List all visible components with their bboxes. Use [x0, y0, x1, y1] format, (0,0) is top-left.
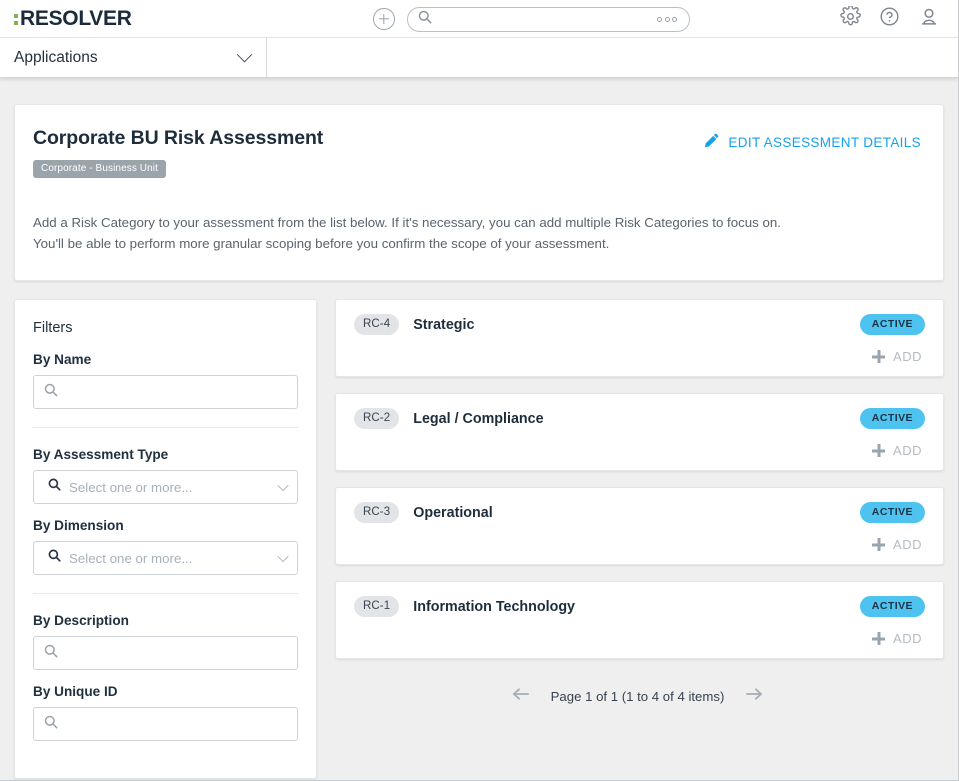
plus-icon: [872, 444, 885, 457]
plus-icon: [872, 538, 885, 551]
add-risk-category-button[interactable]: ADD: [872, 443, 925, 458]
global-search-bar[interactable]: [407, 6, 690, 32]
edit-assessment-details-label: EDIT ASSESSMENT DETAILS: [728, 134, 921, 150]
filter-by-assessment-type-select[interactable]: Select one or more...: [33, 470, 298, 504]
risk-category-name: Legal / Compliance: [413, 410, 544, 427]
filter-by-unique-id-input[interactable]: [58, 716, 287, 732]
pagination-text: Page 1 of 1 (1 to 4 of 4 items): [550, 689, 725, 704]
chevron-down-icon: [277, 550, 289, 563]
filter-by-dimension-label: By Dimension: [33, 518, 124, 533]
content-columns: Filters By Name By Assessment Type Selec…: [14, 299, 944, 779]
risk-category-name: Strategic: [413, 316, 475, 333]
add-risk-category-button[interactable]: ADD: [872, 349, 925, 364]
risk-category-list: RC-4 Strategic ACTIVE ADD RC-2 Legal / C…: [335, 299, 944, 706]
assessment-description: Add a Risk Category to your assessment f…: [33, 212, 833, 254]
plus-circle-icon[interactable]: [373, 8, 395, 30]
status-badge: ACTIVE: [859, 502, 925, 523]
risk-category-card[interactable]: RC-1 Information Technology ACTIVE ADD: [335, 581, 944, 659]
logo-colon-icon: [14, 13, 18, 25]
applications-dropdown[interactable]: Applications: [0, 38, 267, 77]
filter-by-description-input[interactable]: [58, 645, 287, 661]
filter-by-description-label: By Description: [33, 613, 129, 628]
filter-by-name-label: By Name: [33, 352, 92, 367]
risk-category-id: RC-2: [354, 408, 400, 429]
filter-by-dimension-select[interactable]: Select one or more...: [33, 541, 298, 575]
pagination: Page 1 of 1 (1 to 4 of 4 items): [335, 687, 944, 706]
filters-divider-2: [33, 593, 298, 594]
page-content: Corporate BU Risk Assessment Corporate -…: [0, 78, 958, 780]
add-button-label: ADD: [893, 537, 922, 552]
plus-icon: [872, 350, 885, 363]
filters-panel: Filters By Name By Assessment Type Selec…: [14, 299, 317, 779]
user-icon[interactable]: [918, 6, 940, 33]
arrow-left-icon[interactable]: [512, 687, 529, 706]
filters-title: Filters: [33, 320, 73, 336]
assessment-type-badge: Corporate - Business Unit: [33, 160, 166, 178]
search-icon: [44, 644, 58, 663]
assessment-description-line-1: Add a Risk Category to your assessment f…: [33, 215, 781, 230]
status-badge: ACTIVE: [859, 314, 925, 335]
risk-category-card[interactable]: RC-3 Operational ACTIVE ADD: [335, 487, 944, 565]
risk-category-card[interactable]: RC-4 Strategic ACTIVE ADD: [335, 299, 944, 377]
filter-by-unique-id-label: By Unique ID: [33, 684, 118, 699]
header-center-group: [373, 0, 690, 38]
global-search-input[interactable]: [432, 12, 657, 26]
chevron-down-icon: [277, 479, 289, 492]
question-circle-icon[interactable]: [879, 6, 900, 32]
ellipsis-icon[interactable]: [657, 16, 677, 22]
arrow-right-icon[interactable]: [746, 687, 763, 706]
assessment-header-card: Corporate BU Risk Assessment Corporate -…: [14, 104, 944, 281]
filter-by-description-input-wrap[interactable]: [33, 636, 298, 670]
chevron-down-icon: [236, 46, 253, 63]
search-icon: [418, 10, 432, 29]
pencil-icon: [704, 133, 719, 151]
filter-by-dimension: By Dimension Select one or more...: [33, 518, 298, 575]
risk-category-card[interactable]: RC-2 Legal / Compliance ACTIVE ADD: [335, 393, 944, 471]
gear-icon[interactable]: [840, 5, 861, 32]
add-risk-category-button[interactable]: ADD: [872, 631, 925, 646]
risk-category-name: Information Technology: [413, 598, 576, 615]
search-icon: [44, 715, 58, 734]
search-icon: [48, 549, 61, 567]
add-button-label: ADD: [893, 631, 922, 646]
add-risk-category-button[interactable]: ADD: [872, 537, 925, 552]
filter-by-dimension-placeholder: Select one or more...: [69, 550, 193, 566]
plus-icon: [872, 632, 885, 645]
risk-category-id: RC-1: [354, 596, 400, 617]
filter-by-name-input-wrap[interactable]: [33, 375, 298, 409]
app-viewport: RESOLVER Applications Corporate BU Risk …: [0, 0, 959, 781]
application-nav-bar: Applications: [0, 38, 958, 78]
applications-dropdown-label: Applications: [14, 48, 98, 66]
status-badge: ACTIVE: [859, 596, 925, 617]
add-button-label: ADD: [893, 443, 922, 458]
top-header-bar: RESOLVER: [0, 0, 958, 38]
assessment-description-line-2: You'll be able to perform more granular …: [33, 236, 610, 251]
risk-category-id: RC-3: [354, 502, 400, 523]
filters-divider-1: [33, 427, 298, 428]
filter-by-assessment-type-placeholder: Select one or more...: [69, 479, 193, 495]
filter-by-description: By Description: [33, 613, 298, 670]
logo-text: RESOLVER: [20, 7, 132, 30]
filter-by-name: By Name: [33, 352, 298, 409]
resolver-logo[interactable]: RESOLVER: [14, 7, 132, 31]
filter-by-assessment-type-label: By Assessment Type: [33, 447, 169, 462]
status-badge: ACTIVE: [859, 408, 925, 429]
filter-by-assessment-type: By Assessment Type Select one or more...: [33, 447, 298, 504]
filter-by-unique-id-input-wrap[interactable]: [33, 707, 298, 741]
risk-category-id: RC-4: [354, 314, 400, 335]
search-icon: [48, 478, 61, 496]
search-icon: [44, 383, 58, 402]
filter-by-name-input[interactable]: [58, 384, 287, 400]
header-right-group: [840, 0, 940, 38]
edit-assessment-details-link[interactable]: EDIT ASSESSMENT DETAILS: [704, 133, 921, 151]
add-button-label: ADD: [893, 349, 922, 364]
filter-by-unique-id: By Unique ID: [33, 684, 298, 741]
risk-category-name: Operational: [413, 504, 493, 521]
